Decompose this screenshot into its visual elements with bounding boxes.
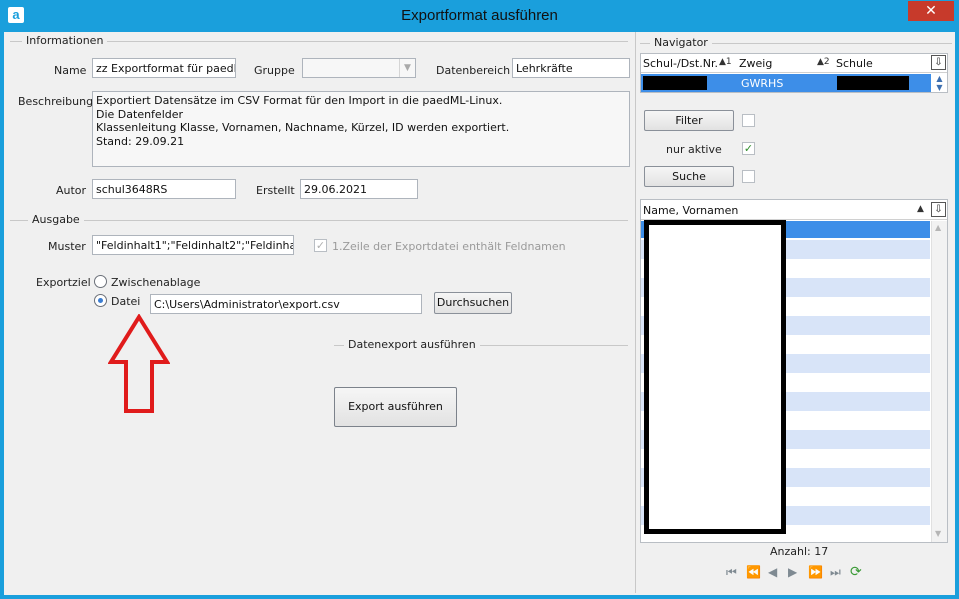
datei-radio[interactable] bbox=[94, 294, 107, 307]
beschreibung-line: Stand: 29.09.21 bbox=[96, 134, 185, 148]
school-table: Schul-/Dst.Nr. ▲1 Zweig ▲2 Schule ⇩ GWRH… bbox=[640, 53, 948, 93]
gruppe-label: Gruppe bbox=[254, 64, 295, 77]
scroll-up-icon[interactable]: ▲ bbox=[935, 223, 941, 232]
person-list-header: Name, Vornamen ▲ ⇩ bbox=[641, 200, 947, 220]
school-table-row[interactable]: GWRHS bbox=[641, 74, 931, 92]
datenbereich-field[interactable]: Lehrkräfte bbox=[512, 58, 630, 78]
close-icon[interactable]: ✕ bbox=[908, 1, 954, 21]
suche-button[interactable]: Suche bbox=[644, 166, 734, 187]
autor-label: Autor bbox=[56, 184, 87, 197]
header-row-checkbox-label: 1.Zeile der Exportdatei enthält Feldname… bbox=[332, 240, 566, 253]
ausgabe-group-title: Ausgabe bbox=[28, 213, 84, 226]
browse-button[interactable]: Durchsuchen bbox=[434, 292, 512, 314]
name-field[interactable]: zz Exportformat für paedML bbox=[92, 58, 236, 78]
exportziel-label: Exportziel bbox=[36, 276, 91, 289]
name-label: Name bbox=[54, 64, 87, 77]
first-record-icon[interactable]: ⏮ bbox=[726, 565, 737, 580]
window-title: Exportformat ausführen bbox=[401, 7, 558, 24]
next-record-icon[interactable]: ▶ bbox=[788, 565, 797, 579]
column-header-zweig[interactable]: Zweig bbox=[739, 57, 772, 70]
erstellt-field[interactable]: 29.06.2021 bbox=[300, 179, 418, 199]
column-header-schulnr[interactable]: Schul-/Dst.Nr. bbox=[643, 57, 718, 70]
zwischenablage-radio[interactable] bbox=[94, 275, 107, 288]
gruppe-select[interactable]: ▼ bbox=[302, 58, 416, 78]
export-run-button[interactable]: Export ausführen bbox=[334, 387, 457, 427]
redacted-school-number bbox=[643, 76, 707, 90]
sort-indicator-1: ▲1 bbox=[719, 57, 732, 67]
erstellt-label: Erstellt bbox=[256, 184, 295, 197]
datenbereich-label: Datenbereich bbox=[436, 64, 511, 77]
datei-label: Datei bbox=[111, 295, 141, 308]
beschreibung-line: Klassenleitung Klasse, Vornamen, Nachnam… bbox=[96, 121, 510, 134]
school-table-scroll-arrows[interactable]: ▲ ▼ bbox=[932, 74, 947, 92]
cell-zweig: GWRHS bbox=[741, 77, 784, 90]
column-chooser-icon[interactable]: ⇩ bbox=[931, 202, 946, 217]
person-list: Name, Vornamen ▲ ⇩ ▲ ▼ bbox=[640, 199, 948, 543]
record-navigation: ⏮ ⏪ ◀ ▶ ⏩ ⏭ ⟳ bbox=[726, 564, 866, 583]
count-label: Anzahl: 17 bbox=[770, 545, 829, 558]
refresh-icon[interactable]: ⟳ bbox=[850, 564, 862, 580]
sort-ascending-icon: ▲ bbox=[917, 204, 924, 214]
column-header-name[interactable]: Name, Vornamen bbox=[643, 204, 738, 217]
suche-checkbox[interactable] bbox=[742, 170, 755, 183]
beschreibung-line: Exportiert Datensätze im CSV Format für … bbox=[96, 94, 503, 107]
nur-aktive-checkbox[interactable]: ✓ bbox=[742, 142, 755, 155]
muster-label: Muster bbox=[48, 240, 86, 253]
file-path-field[interactable]: C:\Users\Administrator\export.csv bbox=[150, 294, 422, 314]
export-dialog-window: a Exportformat ausführen ✕ Informationen… bbox=[0, 0, 959, 599]
previous-record-icon[interactable]: ◀ bbox=[768, 565, 777, 579]
person-list-scrollbar[interactable]: ▲ ▼ bbox=[931, 221, 947, 542]
datenexport-section-title: Datenexport ausführen bbox=[344, 338, 480, 351]
next-page-icon[interactable]: ⏩ bbox=[808, 565, 823, 579]
ausgabe-divider bbox=[10, 220, 628, 221]
chevron-down-icon[interactable]: ▼ bbox=[399, 59, 415, 77]
column-header-schule[interactable]: Schule bbox=[836, 57, 873, 70]
nur-aktive-label: nur aktive bbox=[666, 143, 722, 156]
scroll-down-icon[interactable]: ▼ bbox=[935, 529, 941, 538]
redacted-person-names bbox=[644, 220, 786, 534]
filter-button[interactable]: Filter bbox=[644, 110, 734, 131]
beschreibung-label: Beschreibung bbox=[18, 95, 94, 108]
redacted-school-name bbox=[837, 76, 909, 90]
school-table-header: Schul-/Dst.Nr. ▲1 Zweig ▲2 Schule ⇩ bbox=[641, 54, 947, 73]
column-chooser-icon[interactable]: ⇩ bbox=[931, 55, 946, 70]
navigator-panel: Navigator Schul-/Dst.Nr. ▲1 Zweig ▲2 Sch… bbox=[635, 32, 955, 593]
navigator-group-title: Navigator bbox=[650, 36, 712, 49]
header-row-checkbox[interactable]: ✓ bbox=[314, 239, 327, 252]
autor-field[interactable]: schul3648RS bbox=[92, 179, 236, 199]
title-bar[interactable]: a Exportformat ausführen ✕ bbox=[0, 0, 959, 32]
beschreibung-field[interactable]: Exportiert Datensätze im CSV Format für … bbox=[92, 91, 630, 167]
muster-field[interactable]: "Feldinhalt1";"Feldinhalt2";"Feldinhalt3… bbox=[92, 235, 294, 255]
filter-checkbox[interactable] bbox=[742, 114, 755, 127]
sort-indicator-2: ▲2 bbox=[817, 57, 830, 67]
zwischenablage-label: Zwischenablage bbox=[111, 276, 201, 289]
previous-page-icon[interactable]: ⏪ bbox=[746, 565, 761, 579]
beschreibung-line: Die Datenfelder bbox=[96, 107, 184, 121]
red-arrow-annotation bbox=[108, 314, 170, 413]
last-record-icon[interactable]: ⏭ bbox=[830, 565, 841, 580]
informationen-group-title: Informationen bbox=[22, 34, 108, 47]
